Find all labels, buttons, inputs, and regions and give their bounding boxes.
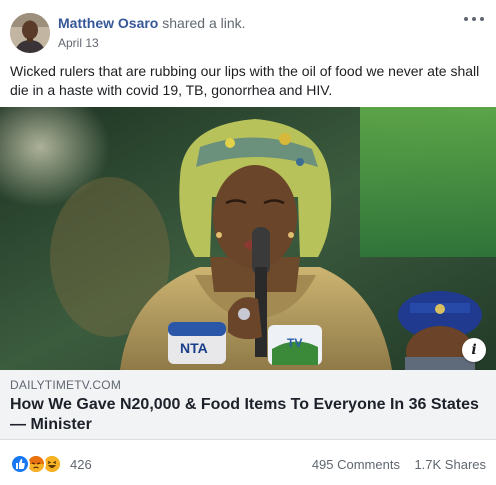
feed-post: Matthew Osaro shared a link. April 13 Wi… [0, 0, 496, 485]
post-message: Wicked rulers that are rubbing our lips … [10, 63, 480, 98]
post-date[interactable]: April 13 [58, 36, 99, 50]
link-headline[interactable]: How We Gave N20,000 & Food Items To Ever… [10, 395, 486, 435]
link-domain: DAILYTIMETV.COM [10, 378, 122, 392]
author-name[interactable]: Matthew Osaro [58, 15, 158, 31]
info-icon[interactable]: i [462, 338, 486, 362]
post-meta: Matthew Osaro shared a link. [58, 14, 246, 32]
reaction-count[interactable]: 426 [70, 457, 92, 472]
post-footer: 426 495 Comments 1.7K Shares [10, 452, 486, 476]
mic-label-nta: NTA [180, 340, 208, 356]
link-preview-image[interactable]: NTA TV i [0, 107, 496, 370]
like-reaction-icon [10, 454, 30, 474]
link-preview-caption[interactable]: DAILYTIMETV.COM How We Gave N20,000 & Fo… [0, 370, 496, 440]
avatar-image [10, 13, 50, 53]
more-options-icon[interactable] [464, 12, 484, 26]
avatar[interactable] [10, 13, 50, 53]
post-action: shared a link. [162, 15, 246, 31]
shares-count[interactable]: 1.7K Shares [414, 457, 486, 472]
post-stats: 495 Comments 1.7K Shares [312, 457, 486, 472]
speaker-photo: NTA TV [0, 107, 496, 370]
comments-count[interactable]: 495 Comments [312, 457, 400, 472]
post-header: Matthew Osaro shared a link. April 13 [10, 10, 486, 54]
reaction-icons[interactable] [10, 454, 70, 474]
mic-label-tv: TV [287, 336, 302, 350]
